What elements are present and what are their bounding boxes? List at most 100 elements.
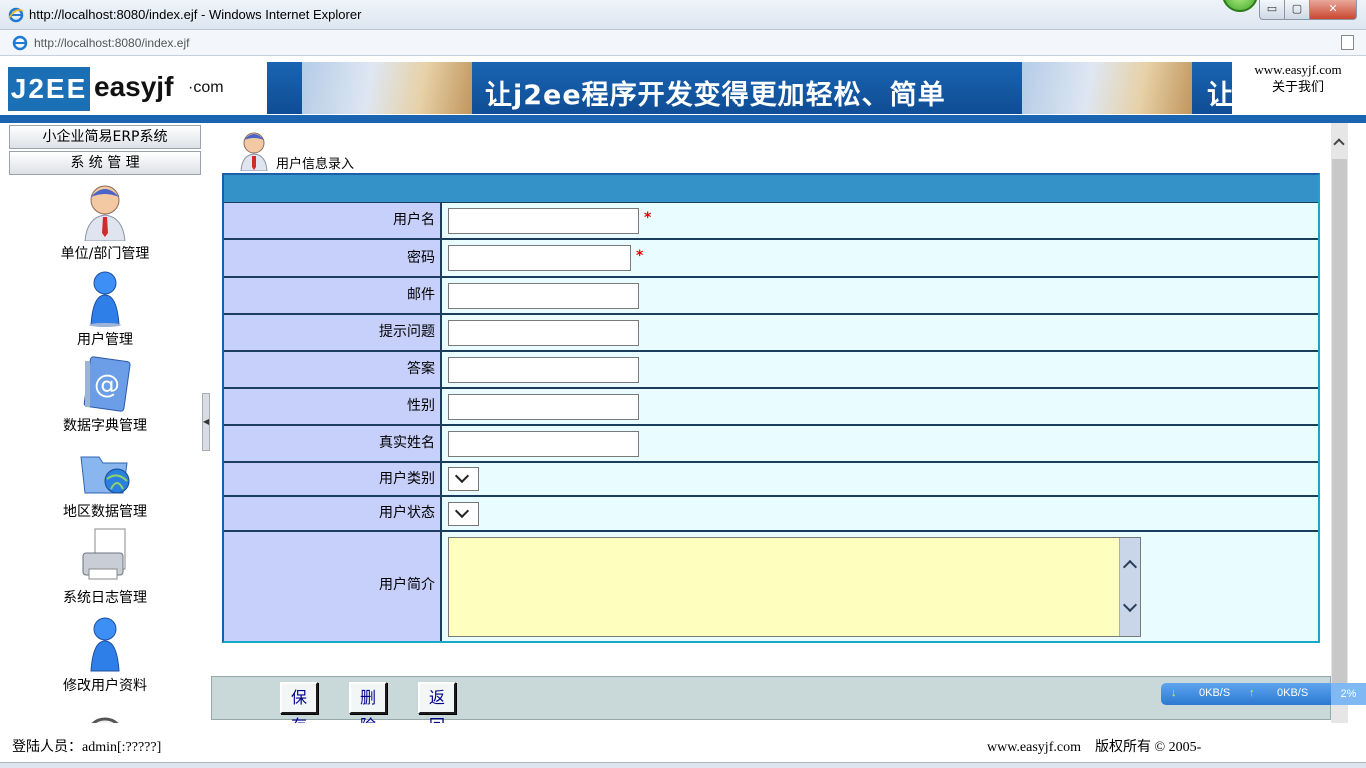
field-label: 密码 [224,240,442,276]
sidebar-tab-system[interactable]: 系 统 管 理 [9,151,201,175]
chevron-down-icon[interactable] [1122,597,1138,613]
user-avatar-icon [240,132,268,171]
question-input[interactable] [448,320,639,346]
form-title-label: 用户信息录入 [276,157,355,172]
delete-button[interactable]: 删除 [349,682,387,723]
printer-icon [77,527,133,585]
form-row-user-status: 用户状态 [224,497,1318,532]
form-row-username: 用户名 * [224,203,1318,240]
page-scrollbar[interactable] [1331,123,1348,723]
site-link[interactable]: www.easyjf.com [1240,61,1356,78]
logo-mark: J2EE [8,67,90,111]
sidebar-collapse-handle[interactable]: ◀ [202,393,210,451]
gender-input[interactable] [448,394,639,420]
user-person-icon [77,615,133,673]
about-link[interactable]: 关于我们 [1240,78,1356,95]
header-divider [0,115,1366,123]
username-input[interactable] [448,208,639,234]
email-input[interactable] [448,283,639,309]
logo-brand: easyjf [94,71,174,102]
field-label: 用户类别 [224,463,442,495]
user-type-select[interactable] [448,467,479,491]
upload-speed: 0KB/S [1277,687,1309,699]
scrollbar-thumb[interactable] [1332,159,1347,689]
field-label: 性别 [224,389,442,424]
sidebar-item-label: 地区数据管理 [63,504,147,520]
internet-explorer-icon [8,7,24,23]
password-input[interactable] [448,245,631,271]
notification-orb-icon [1222,0,1258,12]
realname-input[interactable] [448,431,639,457]
site-logo[interactable]: J2EE easyjf ·com [8,63,265,111]
chevron-down-icon [454,468,470,484]
window-bottom-edge [0,762,1366,768]
download-speed: 0KB/S [1199,687,1231,699]
copyright-text: www.easyjf.com 版权所有 © 2005- [987,740,1202,755]
save-button[interactable]: 保存 [280,682,318,723]
back-button[interactable]: 返回 [418,682,456,723]
sidebar-item-more[interactable] [9,707,201,723]
sidebar-item-region[interactable]: 地区数据管理 [9,441,201,521]
user-person-icon [77,269,133,327]
close-button[interactable]: ✕ [1309,0,1357,20]
chevron-up-icon[interactable] [1122,559,1138,575]
sidebar-item-label: 数据字典管理 [63,418,147,434]
main-content: 用户信息录入 用户名 * 密码 * 邮件 提示问题 答案 性别 真实姓名 用户类… [211,123,1331,723]
sidebar-item-label: 系统日志管理 [63,590,147,606]
manager-person-icon [77,183,133,242]
network-speed-meter: ↓ 0KB/S ↑ 0KB/S 2% [1161,683,1366,705]
header-links: www.easyjf.com 关于我们 [1240,61,1356,95]
field-label: 提示问题 [224,315,442,350]
form-row-realname: 真实姓名 [224,426,1318,463]
user-form: 用户名 * 密码 * 邮件 提示问题 答案 性别 真实姓名 用户类别 用户状态 … [222,173,1320,643]
clock-icon [77,707,133,723]
sidebar-item-logs[interactable]: 系统日志管理 [9,527,201,607]
form-header-bar [224,175,1318,203]
sidebar-item-dictionary[interactable]: @ 数据字典管理 [9,355,201,435]
login-status: 登陆人员：admin[:?????] [12,740,162,755]
cpu-percent: 2% [1331,683,1366,705]
minimize-button[interactable]: ▭ [1259,0,1285,20]
chevron-up-icon[interactable] [1333,138,1345,150]
upload-arrow-icon: ↑ [1249,687,1255,699]
field-label: 答案 [224,352,442,387]
form-row-password: 密码 * [224,240,1318,278]
form-row-question: 提示问题 [224,315,1318,352]
sidebar-item-profile[interactable]: 修改用户资料 [9,615,201,695]
sidebar-item-users[interactable]: 用户管理 [9,269,201,349]
required-mark: * [636,248,644,264]
form-row-gender: 性别 [224,389,1318,426]
sidebar-tab-erp[interactable]: 小企业简易ERP系统 [9,125,201,149]
answer-input[interactable] [448,357,639,383]
field-label: 邮件 [224,278,442,313]
sidebar-item-label: 单位/部门管理 [60,246,150,262]
handshake-image [1022,62,1192,114]
field-label: 用户状态 [224,497,442,530]
sidebar-item-label: 修改用户资料 [63,678,147,694]
address-book-icon: @ [77,355,133,413]
field-label: 真实姓名 [224,426,442,461]
logo-suffix: ·com [188,79,224,96]
required-mark: * [644,210,652,226]
maximize-button[interactable]: ▢ [1284,0,1310,20]
handshake-image [302,62,472,114]
intro-textarea[interactable] [448,537,1141,637]
window-titlebar: http://localhost:8080/index.ejf - Window… [0,0,1366,30]
sidebar-item-label: 用户管理 [77,332,133,348]
chevron-down-icon [454,503,470,519]
page-icon[interactable] [1341,35,1354,50]
user-status-select[interactable] [448,502,479,526]
sidebar: 小企业简易ERP系统 系 统 管 理 单位/部门管理 用户管理 @ 数据字典管理… [0,123,210,723]
banner-slogan-repeat: 让 [1207,80,1232,111]
address-url[interactable]: http://localhost:8080/index.ejf [34,36,189,50]
form-row-answer: 答案 [224,352,1318,389]
download-arrow-icon: ↓ [1171,687,1177,699]
form-row-user-type: 用户类别 [224,463,1318,497]
globe-folder-icon [77,441,133,499]
field-label: 用户简介 [224,532,442,641]
web-page: J2EE easyjf ·com 让j2ee程序开发变得更加轻松、简单 让 ww… [0,56,1366,768]
textarea-scrollbar[interactable] [1119,538,1140,636]
svg-text:@: @ [94,370,120,400]
address-bar[interactable]: http://localhost:8080/index.ejf [0,30,1366,56]
sidebar-item-department[interactable]: 单位/部门管理 [9,183,201,263]
